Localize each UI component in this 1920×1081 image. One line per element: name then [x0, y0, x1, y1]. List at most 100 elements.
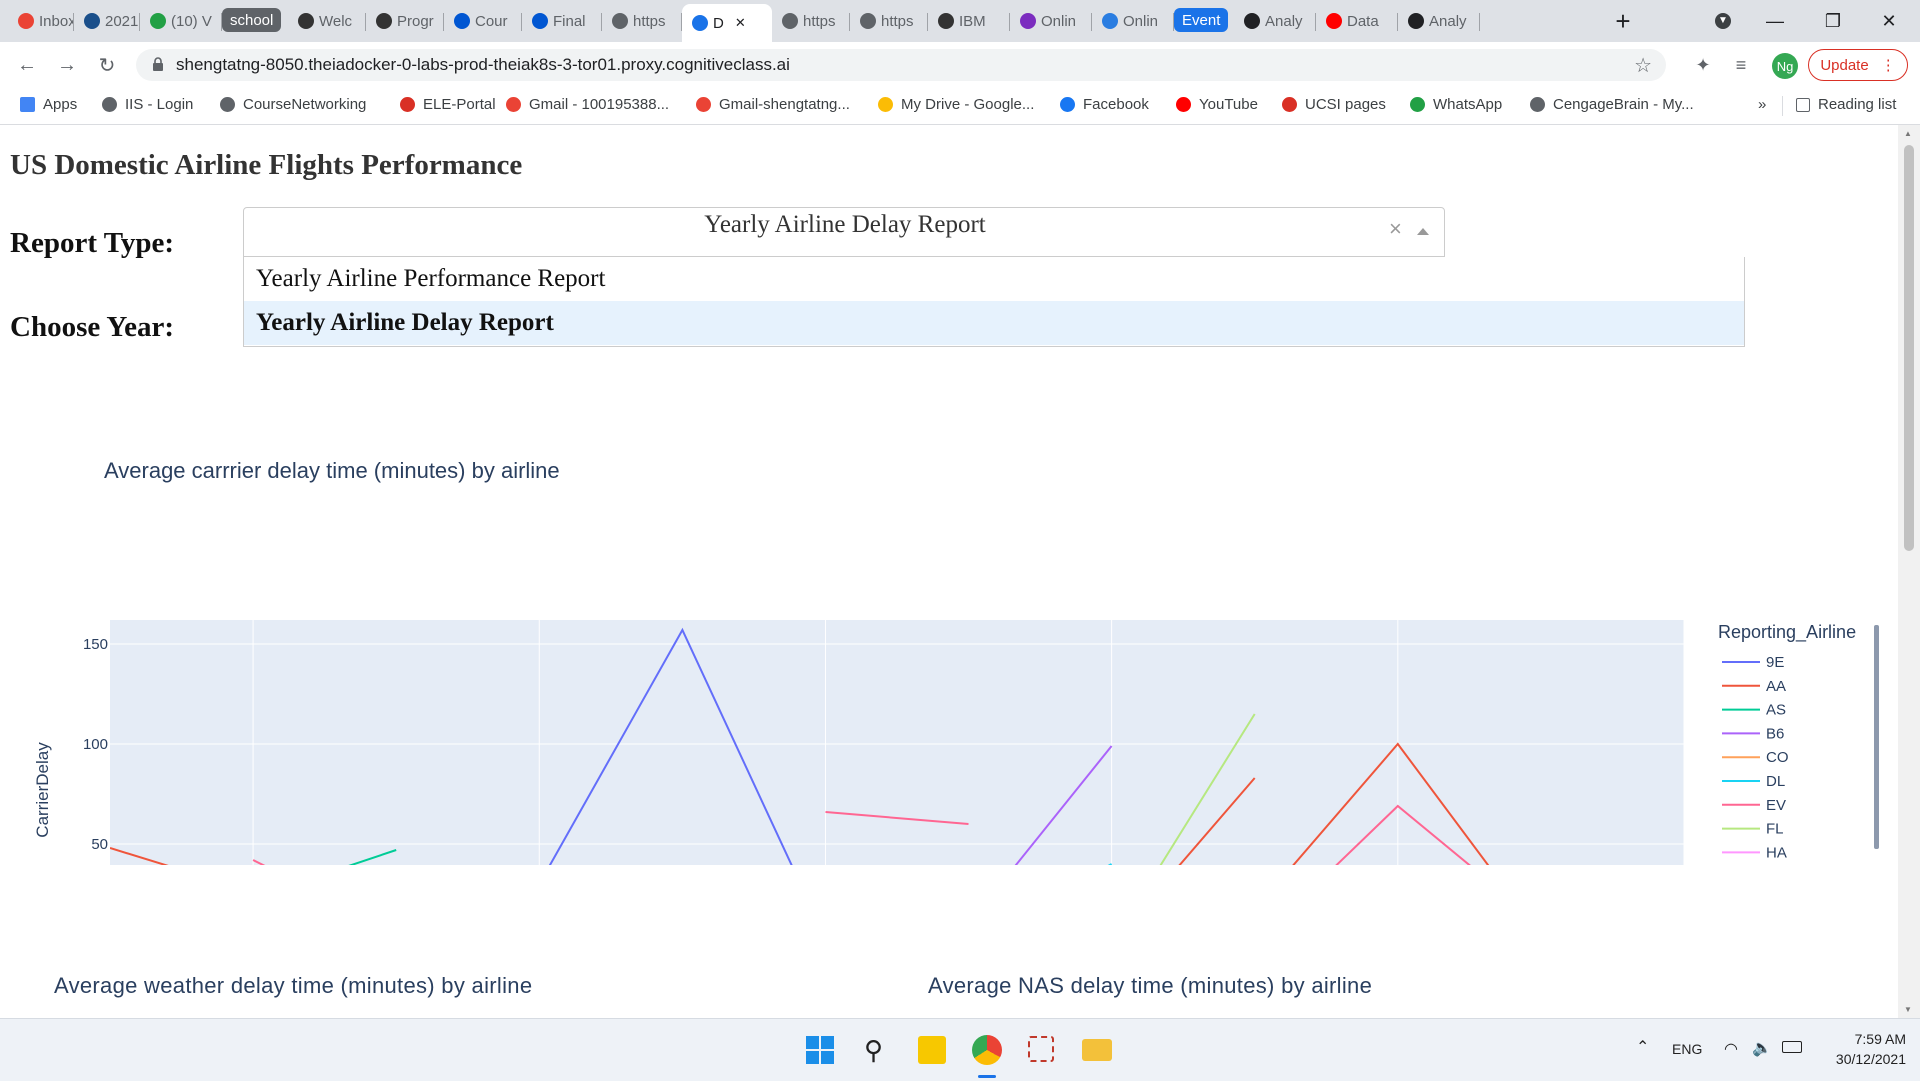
clock[interactable]: 7:59 AM 30/12/2021 — [1820, 1029, 1906, 1069]
close-window-icon[interactable]: ✕ — [1866, 0, 1912, 42]
legend-item[interactable]: AA — [1766, 678, 1786, 695]
tab-label: Final — [553, 12, 586, 30]
more-bookmarks-button[interactable]: » — [1758, 96, 1766, 113]
browser-tab[interactable]: 2021 — [74, 6, 140, 36]
language-indicator[interactable]: ENG — [1672, 1041, 1702, 1057]
report-type-dropdown[interactable]: Yearly Airline Delay Report × — [243, 207, 1445, 257]
tab-label: Analy — [1429, 12, 1467, 30]
new-tab-button[interactable]: + — [1600, 0, 1646, 42]
search-icon[interactable]: ⚲ — [864, 1035, 883, 1066]
legend-item[interactable]: 9E — [1766, 654, 1784, 671]
back-icon[interactable]: ← — [12, 50, 42, 80]
minimize-icon[interactable]: — — [1752, 0, 1798, 42]
reload-icon[interactable]: ↻ — [92, 50, 122, 80]
bookmark-item[interactable]: WhatsApp — [1410, 96, 1502, 113]
legend-item[interactable]: HA — [1766, 844, 1787, 861]
update-label: Update — [1820, 56, 1869, 74]
lock-icon — [152, 57, 163, 71]
bookmark-label: My Drive - Google... — [901, 96, 1035, 113]
bookmark-label: Facebook — [1083, 96, 1149, 113]
browser-tab[interactable]: D ✕ — [682, 4, 772, 42]
tab-label: Onlin — [1041, 12, 1077, 30]
browser-tab[interactable]: Analy — [1234, 6, 1316, 36]
show-hidden-icons[interactable]: ⌃ — [1636, 1037, 1649, 1057]
tab-strip: Inbox 2021 (10) V school Welc Progr Cour Final h… — [0, 0, 1920, 42]
bookmark-label: CourseNetworking — [243, 96, 367, 113]
browser-tab[interactable]: https — [772, 6, 850, 36]
start-icon[interactable] — [806, 1036, 834, 1064]
gmail-icon — [506, 97, 521, 112]
bookmark-item[interactable]: YouTube — [1176, 96, 1258, 113]
legend-item[interactable]: EV — [1766, 797, 1786, 814]
browser-tab[interactable]: (10) V — [140, 6, 222, 36]
bookmark-item[interactable]: Apps — [20, 96, 77, 113]
bookmark-item[interactable]: CourseNetworking — [220, 96, 366, 113]
facebook-icon — [1060, 97, 1075, 112]
volume-icon[interactable]: 🔈 — [1752, 1038, 1772, 1058]
bookmark-item[interactable]: My Drive - Google... — [878, 96, 1034, 113]
browser-tab[interactable]: Event — [1174, 8, 1229, 32]
reading-list-button[interactable]: Reading list — [1796, 96, 1896, 113]
star-icon[interactable]: ☆ — [1634, 53, 1652, 78]
browser-tab[interactable]: Welc — [288, 6, 366, 36]
bookmark-item[interactable]: CengageBrain - My... — [1530, 96, 1694, 113]
legend-scrollbar[interactable] — [1874, 625, 1879, 849]
browser-tab[interactable]: https — [850, 6, 928, 36]
bookmark-item[interactable]: Gmail - 100195388... — [506, 96, 669, 113]
restore-icon[interactable]: ❐ — [1810, 0, 1856, 42]
extensions-icon[interactable]: ✦ — [1688, 50, 1718, 80]
battery-icon[interactable] — [1782, 1041, 1802, 1053]
clear-icon[interactable]: × — [1389, 216, 1402, 242]
page-scrollbar[interactable]: ▲ ▼ — [1898, 125, 1920, 1018]
sticky-notes-icon[interactable] — [918, 1036, 946, 1064]
browser-tab[interactable]: Onlin — [1010, 6, 1092, 36]
profile-initials: Ng — [1776, 58, 1794, 74]
profile-avatar[interactable]: Ng — [1772, 53, 1798, 79]
date-text: 30/12/2021 — [1835, 1051, 1906, 1067]
browser-tab[interactable]: Inbox — [8, 6, 74, 36]
legend-item[interactable]: FL — [1766, 821, 1784, 838]
media-control-icon[interactable]: ≡ — [1726, 50, 1756, 80]
gmail-icon — [18, 13, 34, 29]
wifi-icon[interactable]: ◠ — [1724, 1039, 1738, 1059]
scroll-down-icon[interactable]: ▼ — [1904, 1005, 1912, 1014]
scrollbar-thumb[interactable] — [1904, 145, 1914, 551]
browser-tab[interactable]: Data — [1316, 6, 1398, 36]
tab-label: Progr — [397, 12, 434, 30]
whatsapp-10-icon — [1410, 97, 1425, 112]
address-bar[interactable]: shengtatng-8050.theiadocker-0-labs-prod-… — [136, 49, 1666, 81]
legend-item[interactable]: CO — [1766, 749, 1789, 766]
forward-icon[interactable]: → — [52, 50, 82, 80]
legend-item[interactable]: B6 — [1766, 725, 1784, 742]
y-tick-label: 50 — [91, 836, 108, 853]
legend-item[interactable]: AS — [1766, 702, 1786, 719]
snipping-tool-icon[interactable] — [1028, 1036, 1054, 1062]
weather-chart-title: Average weather delay time (minutes) by … — [54, 973, 533, 998]
bookmark-item[interactable]: Gmail-shengtatng... — [696, 96, 850, 113]
dropdown-option-highlighted[interactable]: Yearly Airline Delay Report — [244, 301, 1744, 345]
legend-item[interactable]: DL — [1766, 773, 1785, 790]
bookmark-item[interactable]: IIS - Login — [102, 96, 193, 113]
scroll-up-icon[interactable]: ▲ — [1904, 129, 1912, 138]
update-button[interactable]: Update ⋮ — [1808, 49, 1908, 81]
browser-tab[interactable]: IBM — [928, 6, 1010, 36]
browser-tab[interactable]: https — [602, 6, 682, 36]
bookmark-label: CengageBrain - My... — [1553, 96, 1694, 113]
browser-tab[interactable]: Analy — [1398, 6, 1480, 36]
bookmark-item[interactable]: UCSI pages — [1282, 96, 1386, 113]
dropdown-option[interactable]: Yearly Airline Performance Report — [244, 257, 1744, 301]
bookmark-item[interactable]: Facebook — [1060, 96, 1149, 113]
page-title: US Domestic Airline Flights Performance — [10, 149, 523, 181]
file-explorer-icon[interactable] — [1082, 1039, 1112, 1061]
github-icon — [1408, 13, 1424, 29]
chevron-up-icon[interactable] — [1417, 228, 1429, 235]
close-tab-icon[interactable]: ✕ — [735, 15, 746, 31]
browser-tab[interactable]: Final — [522, 6, 602, 36]
tab-search-icon[interactable]: ▼ — [1700, 0, 1746, 42]
browser-tab[interactable]: Onlin — [1092, 6, 1174, 36]
browser-tab[interactable]: school — [222, 8, 282, 32]
browser-tab[interactable]: Cour — [444, 6, 522, 36]
browser-tab[interactable]: Progr — [366, 6, 444, 36]
chrome-icon[interactable] — [972, 1035, 1002, 1065]
bookmark-item[interactable]: ELE-Portal — [400, 96, 496, 113]
